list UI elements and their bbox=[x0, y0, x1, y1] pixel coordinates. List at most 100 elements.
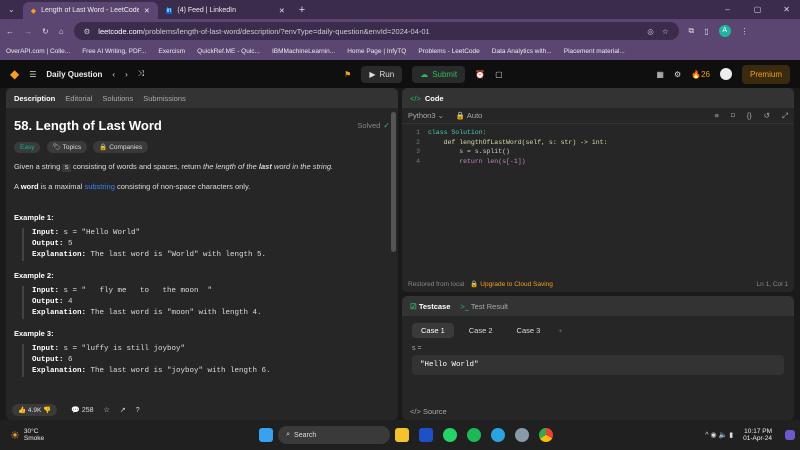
taskbar-search[interactable]: ⌕ Search bbox=[278, 426, 391, 444]
reload-icon[interactable]: ↻ bbox=[42, 27, 49, 36]
bookmark[interactable]: Problems - LeetCode bbox=[418, 48, 479, 55]
next-icon[interactable]: › bbox=[125, 70, 128, 79]
leetcode-logo[interactable]: ◆ bbox=[10, 67, 19, 81]
fullscreen-icon[interactable]: ⤢ bbox=[782, 111, 788, 121]
tab-solutions[interactable]: Solutions bbox=[102, 94, 133, 103]
profile-avatar[interactable]: A bbox=[718, 25, 731, 37]
app-l-icon[interactable] bbox=[419, 428, 434, 442]
back-icon[interactable]: ← bbox=[6, 27, 14, 36]
debug-icon[interactable]: ⚑ bbox=[344, 70, 351, 79]
close-icon[interactable]: ✕ bbox=[279, 7, 285, 15]
code-editor[interactable]: 1 class Solution: 2 def lengthOfLastWord(… bbox=[402, 124, 794, 170]
premium-button[interactable]: Premium bbox=[741, 64, 790, 84]
add-case-button[interactable]: + bbox=[555, 323, 565, 338]
bookmarks-bar: OverAPI.com | Colle... Free AI Writing, … bbox=[0, 43, 800, 60]
bookmark[interactable]: Placement material... bbox=[564, 48, 625, 55]
favorite-icon[interactable]: ☆ bbox=[104, 406, 110, 414]
upgrade-link[interactable]: 🔒 Upgrade to Cloud Saving bbox=[470, 280, 553, 288]
file-explorer-icon[interactable] bbox=[395, 428, 410, 442]
streak-badge[interactable]: 🔥26 bbox=[691, 70, 710, 79]
home-icon[interactable]: ⌂ bbox=[59, 27, 64, 36]
notes-icon[interactable]: ▢ bbox=[495, 70, 503, 79]
timer-icon[interactable]: ⏰ bbox=[475, 70, 485, 79]
run-button[interactable]: ▶ Run bbox=[361, 65, 403, 83]
settings-app-icon[interactable] bbox=[515, 428, 530, 442]
bookmark-star-icon[interactable]: ☆ bbox=[662, 27, 669, 36]
settings-icon[interactable]: ⚙ bbox=[674, 70, 681, 79]
start-button[interactable] bbox=[259, 428, 274, 442]
tab-testcase[interactable]: ☑ Testcase bbox=[410, 302, 450, 311]
windows-taskbar: ☀ 30°C Smoke ⌕ Search ^ ◉ 🔈 ▮ 10:17 PM 01-Ap… bbox=[0, 420, 800, 450]
telegram-icon[interactable] bbox=[491, 428, 506, 442]
submit-button[interactable]: ☁ Submit bbox=[412, 65, 466, 83]
tab-linkedin[interactable]: in (4) Feed | LinkedIn ✕ bbox=[158, 2, 293, 19]
tab-leetcode[interactable]: ◆ Length of Last Word - LeetCode ✕ bbox=[22, 2, 158, 19]
case-3-tab[interactable]: Case 3 bbox=[508, 323, 550, 338]
tab-editorial[interactable]: Editorial bbox=[65, 94, 92, 103]
bookmark[interactable]: Exercism bbox=[158, 48, 185, 55]
minimize-button[interactable]: – bbox=[725, 5, 729, 14]
bookmark[interactable]: QuickRef.ME - Quic... bbox=[197, 48, 260, 55]
tab-test-result[interactable]: >_ Test Result bbox=[460, 302, 508, 311]
bookmark[interactable]: Free AI Writing, PDF... bbox=[82, 48, 146, 55]
like-button[interactable]: 👍 4.9K 👎 bbox=[12, 404, 58, 416]
braces-icon[interactable]: {} bbox=[747, 111, 752, 120]
share-icon[interactable]: ↗ bbox=[120, 406, 126, 414]
tab-description[interactable]: Description bbox=[14, 94, 55, 103]
example-2: Example 2: Input: s = " fly me to the mo… bbox=[14, 271, 390, 319]
problem-list-icon[interactable]: ☰ bbox=[29, 70, 36, 79]
close-icon[interactable]: ✕ bbox=[144, 7, 150, 15]
forward-icon[interactable]: → bbox=[24, 27, 32, 36]
code-line: return len(s[-1]) bbox=[428, 157, 526, 165]
bookmark[interactable]: Home Page | InfyTQ bbox=[347, 48, 406, 55]
search-icon: ⌕ bbox=[286, 431, 291, 438]
system-tray[interactable]: ^ ◉ 🔈 ▮ bbox=[705, 431, 733, 439]
tab-submissions[interactable]: Submissions bbox=[143, 94, 186, 103]
whatsapp-icon[interactable] bbox=[443, 428, 458, 442]
format-icon[interactable]: ≡ bbox=[714, 111, 718, 120]
code-header: </> Code bbox=[402, 88, 794, 108]
code-line: class Solution: bbox=[428, 129, 487, 136]
user-avatar[interactable] bbox=[719, 68, 732, 80]
spotify-icon[interactable] bbox=[467, 428, 482, 442]
prev-icon[interactable]: ‹ bbox=[112, 70, 115, 79]
site-info-icon[interactable]: ⚙ bbox=[84, 27, 91, 36]
cloud-upload-icon: ☁ bbox=[420, 69, 429, 79]
weather-widget[interactable]: ☀ 30°C Smoke bbox=[10, 428, 44, 442]
bookmark[interactable]: IBMMachineLearnin... bbox=[272, 48, 335, 55]
leetcode-favicon: ◆ bbox=[30, 7, 37, 15]
menu-icon[interactable]: ⋮ bbox=[741, 27, 749, 36]
new-tab-button[interactable]: + bbox=[299, 4, 305, 16]
check-icon: ✓ bbox=[383, 121, 390, 130]
testcase-input[interactable]: "Hello World" bbox=[412, 355, 784, 375]
language-select[interactable]: Python3 ⌄ bbox=[408, 111, 444, 120]
extensions-icon[interactable]: ⧉ bbox=[689, 26, 695, 36]
chrome-icon[interactable] bbox=[539, 428, 554, 442]
bookmark-icon[interactable]: ⌑ bbox=[731, 111, 735, 120]
comments-button[interactable]: 💬 258 bbox=[71, 406, 93, 414]
reset-icon[interactable]: ↺ bbox=[764, 111, 770, 120]
scrollbar[interactable] bbox=[391, 112, 396, 252]
tab-search-icon[interactable]: ⌄ bbox=[8, 5, 15, 14]
word-definition: A word is a maximal substring consisting… bbox=[14, 182, 251, 191]
bookmark[interactable]: Data Analytics with... bbox=[492, 48, 552, 55]
sidepanel-icon[interactable]: ▯ bbox=[704, 27, 708, 36]
clock[interactable]: 10:17 PM 01-Apr-24 bbox=[743, 428, 772, 442]
case-2-tab[interactable]: Case 2 bbox=[460, 323, 502, 338]
help-icon[interactable]: ? bbox=[136, 407, 140, 414]
shuffle-icon[interactable]: ⤨ bbox=[138, 69, 144, 79]
case-1-tab[interactable]: Case 1 bbox=[412, 323, 454, 338]
substring-link[interactable]: substring bbox=[84, 182, 114, 191]
daily-question-link[interactable]: Daily Question bbox=[46, 70, 102, 79]
eye-off-icon[interactable]: ◎ bbox=[647, 27, 654, 36]
source-link[interactable]: </> Source bbox=[410, 407, 447, 416]
terminal-icon: >_ bbox=[460, 301, 469, 311]
close-window-button[interactable]: ✕ bbox=[783, 5, 790, 14]
bookmark[interactable]: OverAPI.com | Colle... bbox=[6, 48, 70, 55]
url-input[interactable]: ⚙ leetcode.com/problems/length-of-last-wo… bbox=[73, 22, 679, 40]
notification-icon[interactable] bbox=[785, 430, 795, 440]
layout-icon[interactable]: ▦ bbox=[656, 70, 664, 79]
topics-chip[interactable]: 🏷 Topics bbox=[46, 141, 88, 153]
companies-chip[interactable]: 🔒 Companies bbox=[93, 141, 149, 153]
maximize-button[interactable]: ▢ bbox=[754, 5, 762, 14]
